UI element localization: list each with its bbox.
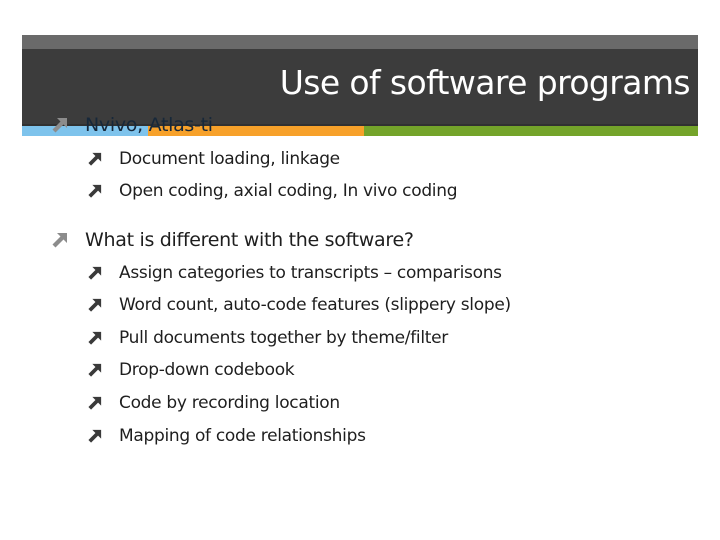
sub-bullet-item: Mapping of code relationships	[88, 426, 366, 446]
arrow-up-right-icon	[52, 117, 68, 133]
bullet-text: What is different with the software?	[85, 229, 414, 251]
accent-bar-green	[364, 126, 698, 136]
sub-bullet-item: Pull documents together by theme/filter	[88, 328, 448, 348]
arrow-up-right-icon	[88, 429, 102, 443]
arrow-up-right-icon	[88, 331, 102, 345]
sub-bullet-item: Open coding, axial coding, In vivo codin…	[88, 181, 458, 201]
arrow-up-right-icon	[88, 363, 102, 377]
sub-bullet-item: Assign categories to transcripts – compa…	[88, 263, 502, 283]
arrow-up-right-icon	[88, 266, 102, 280]
sub-bullet-item: Word count, auto-code features (slippery…	[88, 295, 511, 315]
sub-bullet-item: Code by recording location	[88, 393, 340, 413]
sub-bullet-text: Open coding, axial coding, In vivo codin…	[119, 181, 458, 201]
sub-bullet-text: Drop-down codebook	[119, 360, 295, 380]
slide: Use of software programs Nvivo, Atlas-ti…	[0, 0, 720, 540]
arrow-up-right-icon	[88, 396, 102, 410]
sub-bullet-text: Pull documents together by theme/filter	[119, 328, 448, 348]
sub-bullet-text: Document loading, linkage	[119, 149, 340, 169]
arrow-up-right-icon	[88, 152, 102, 166]
sub-bullet-text: Mapping of code relationships	[119, 426, 366, 446]
header-top-strip	[22, 35, 698, 49]
bullet-item: Nvivo, Atlas-ti	[52, 114, 213, 136]
arrow-up-right-icon	[52, 232, 68, 248]
sub-bullet-text: Word count, auto-code features (slippery…	[119, 295, 511, 315]
arrow-up-right-icon	[88, 298, 102, 312]
bullet-item: What is different with the software?	[52, 229, 414, 251]
sub-bullet-text: Code by recording location	[119, 393, 340, 413]
sub-bullet-text: Assign categories to transcripts – compa…	[119, 263, 502, 283]
sub-bullet-item: Document loading, linkage	[88, 149, 340, 169]
sub-bullet-item: Drop-down codebook	[88, 360, 295, 380]
bullet-text: Nvivo, Atlas-ti	[85, 114, 213, 136]
arrow-up-right-icon	[88, 184, 102, 198]
slide-title: Use of software programs	[279, 63, 691, 102]
